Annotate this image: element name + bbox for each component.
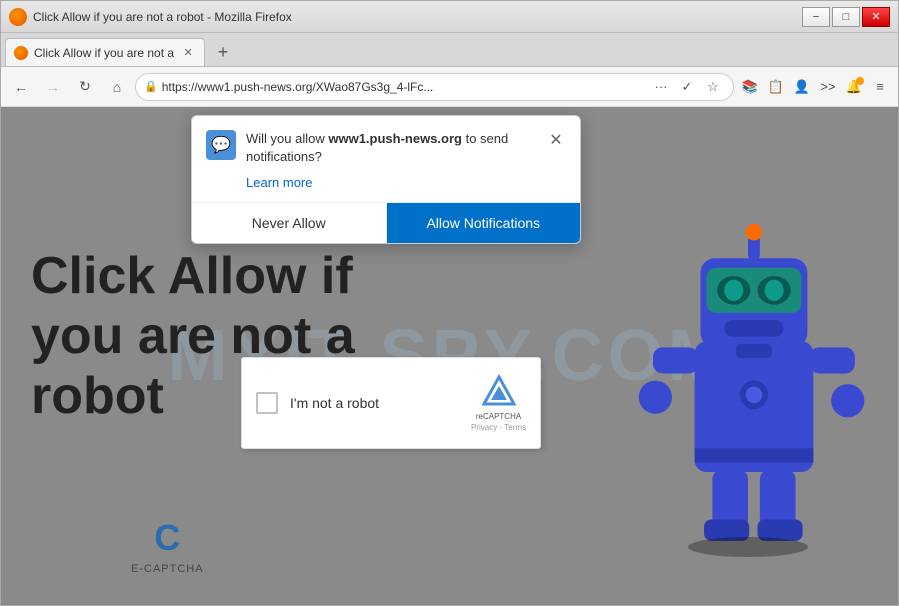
close-button[interactable]: ✕ — [862, 7, 890, 27]
recaptcha-label: reCAPTCHA — [476, 412, 521, 421]
captcha-logo: reCAPTCHA Privacy - Terms — [471, 374, 526, 432]
container-icon[interactable]: 👤 — [790, 75, 814, 99]
synced-tabs-icon[interactable]: 📋 — [764, 75, 788, 99]
new-tab-button[interactable]: + — [209, 38, 237, 66]
minimize-button[interactable]: − — [802, 7, 830, 27]
firefox-icon — [9, 8, 27, 26]
alert-badge — [856, 77, 864, 85]
notification-close-button[interactable]: ✕ — [546, 130, 566, 150]
captcha-box: I'm not a robot reCAPTCHA Privacy - Term… — [241, 357, 541, 449]
title-bar-left: Click Allow if you are not a robot - Moz… — [9, 8, 292, 26]
notification-pre: Will you allow — [246, 131, 328, 146]
recaptcha-links: Privacy - Terms — [471, 423, 526, 432]
library-icon[interactable]: 📚 — [738, 75, 762, 99]
ecaptcha-logo: C E-CAPTCHA — [131, 517, 204, 575]
notification-message: Will you allow www1.push-news.org to sen… — [246, 130, 536, 166]
forward-button: → — [39, 73, 67, 101]
captcha-label: I'm not a robot — [290, 395, 471, 411]
captcha-checkbox[interactable] — [256, 392, 278, 414]
active-tab[interactable]: Click Allow if you are not a ✕ — [5, 38, 205, 66]
ecaptcha-c-letter: C — [154, 517, 180, 559]
address-bar-icons: ··· ✓ ☆ — [649, 75, 725, 99]
back-button[interactable]: ← — [7, 73, 35, 101]
address-bar[interactable]: 🔒 https://www1.push-news.org/XWao87Gs3g_… — [135, 73, 734, 101]
notification-domain: www1.push-news.org — [328, 131, 462, 146]
learn-more-link[interactable]: Learn more — [246, 175, 312, 190]
tab-favicon-icon — [14, 46, 28, 60]
learn-more-section: Learn more — [192, 174, 580, 202]
robot-image — [618, 187, 878, 567]
reload-button[interactable]: ↻ — [71, 73, 99, 101]
extensions-icon[interactable]: >> — [816, 75, 840, 99]
robot-shadow — [688, 537, 808, 557]
tab-title: Click Allow if you are not a — [34, 46, 174, 60]
never-allow-button[interactable]: Never Allow — [192, 203, 387, 243]
pocket-icon[interactable]: ✓ — [675, 75, 699, 99]
recaptcha-icon — [481, 374, 517, 410]
window-controls: − □ ✕ — [802, 7, 890, 27]
notification-popup: 💬 Will you allow www1.push-news.org to s… — [191, 115, 581, 244]
notification-header: 💬 Will you allow www1.push-news.org to s… — [192, 116, 580, 174]
bookmark-icon[interactable]: ☆ — [701, 75, 725, 99]
security-icon: 🔒 — [144, 80, 158, 93]
browser-window: Click Allow if you are not a robot - Moz… — [0, 0, 899, 606]
maximize-button[interactable]: □ — [832, 7, 860, 27]
more-options-icon[interactable]: ··· — [649, 75, 673, 99]
title-bar: Click Allow if you are not a robot - Moz… — [1, 1, 898, 33]
nav-bar: ← → ↻ ⌂ 🔒 https://www1.push-news.org/XWa… — [1, 67, 898, 107]
alert-icon-wrap[interactable]: 🔔 — [842, 75, 866, 99]
notification-actions: Never Allow Allow Notifications — [192, 202, 580, 243]
allow-notifications-button[interactable]: Allow Notifications — [387, 203, 581, 243]
page-content: MYIT SPY.COM Click Allow ifyou are not a… — [1, 107, 898, 605]
tab-bar: Click Allow if you are not a ✕ + — [1, 33, 898, 67]
ecaptcha-label: E-CAPTCHA — [131, 563, 204, 575]
toolbar-icons: 📚 📋 👤 >> 🔔 ≡ — [738, 75, 892, 99]
home-button[interactable]: ⌂ — [103, 73, 131, 101]
tab-close-button[interactable]: ✕ — [180, 45, 196, 61]
menu-button[interactable]: ≡ — [868, 75, 892, 99]
url-display: https://www1.push-news.org/XWao87Gs3g_4-… — [162, 80, 645, 94]
window-title: Click Allow if you are not a robot - Moz… — [33, 10, 292, 24]
notification-chat-icon: 💬 — [206, 130, 236, 160]
